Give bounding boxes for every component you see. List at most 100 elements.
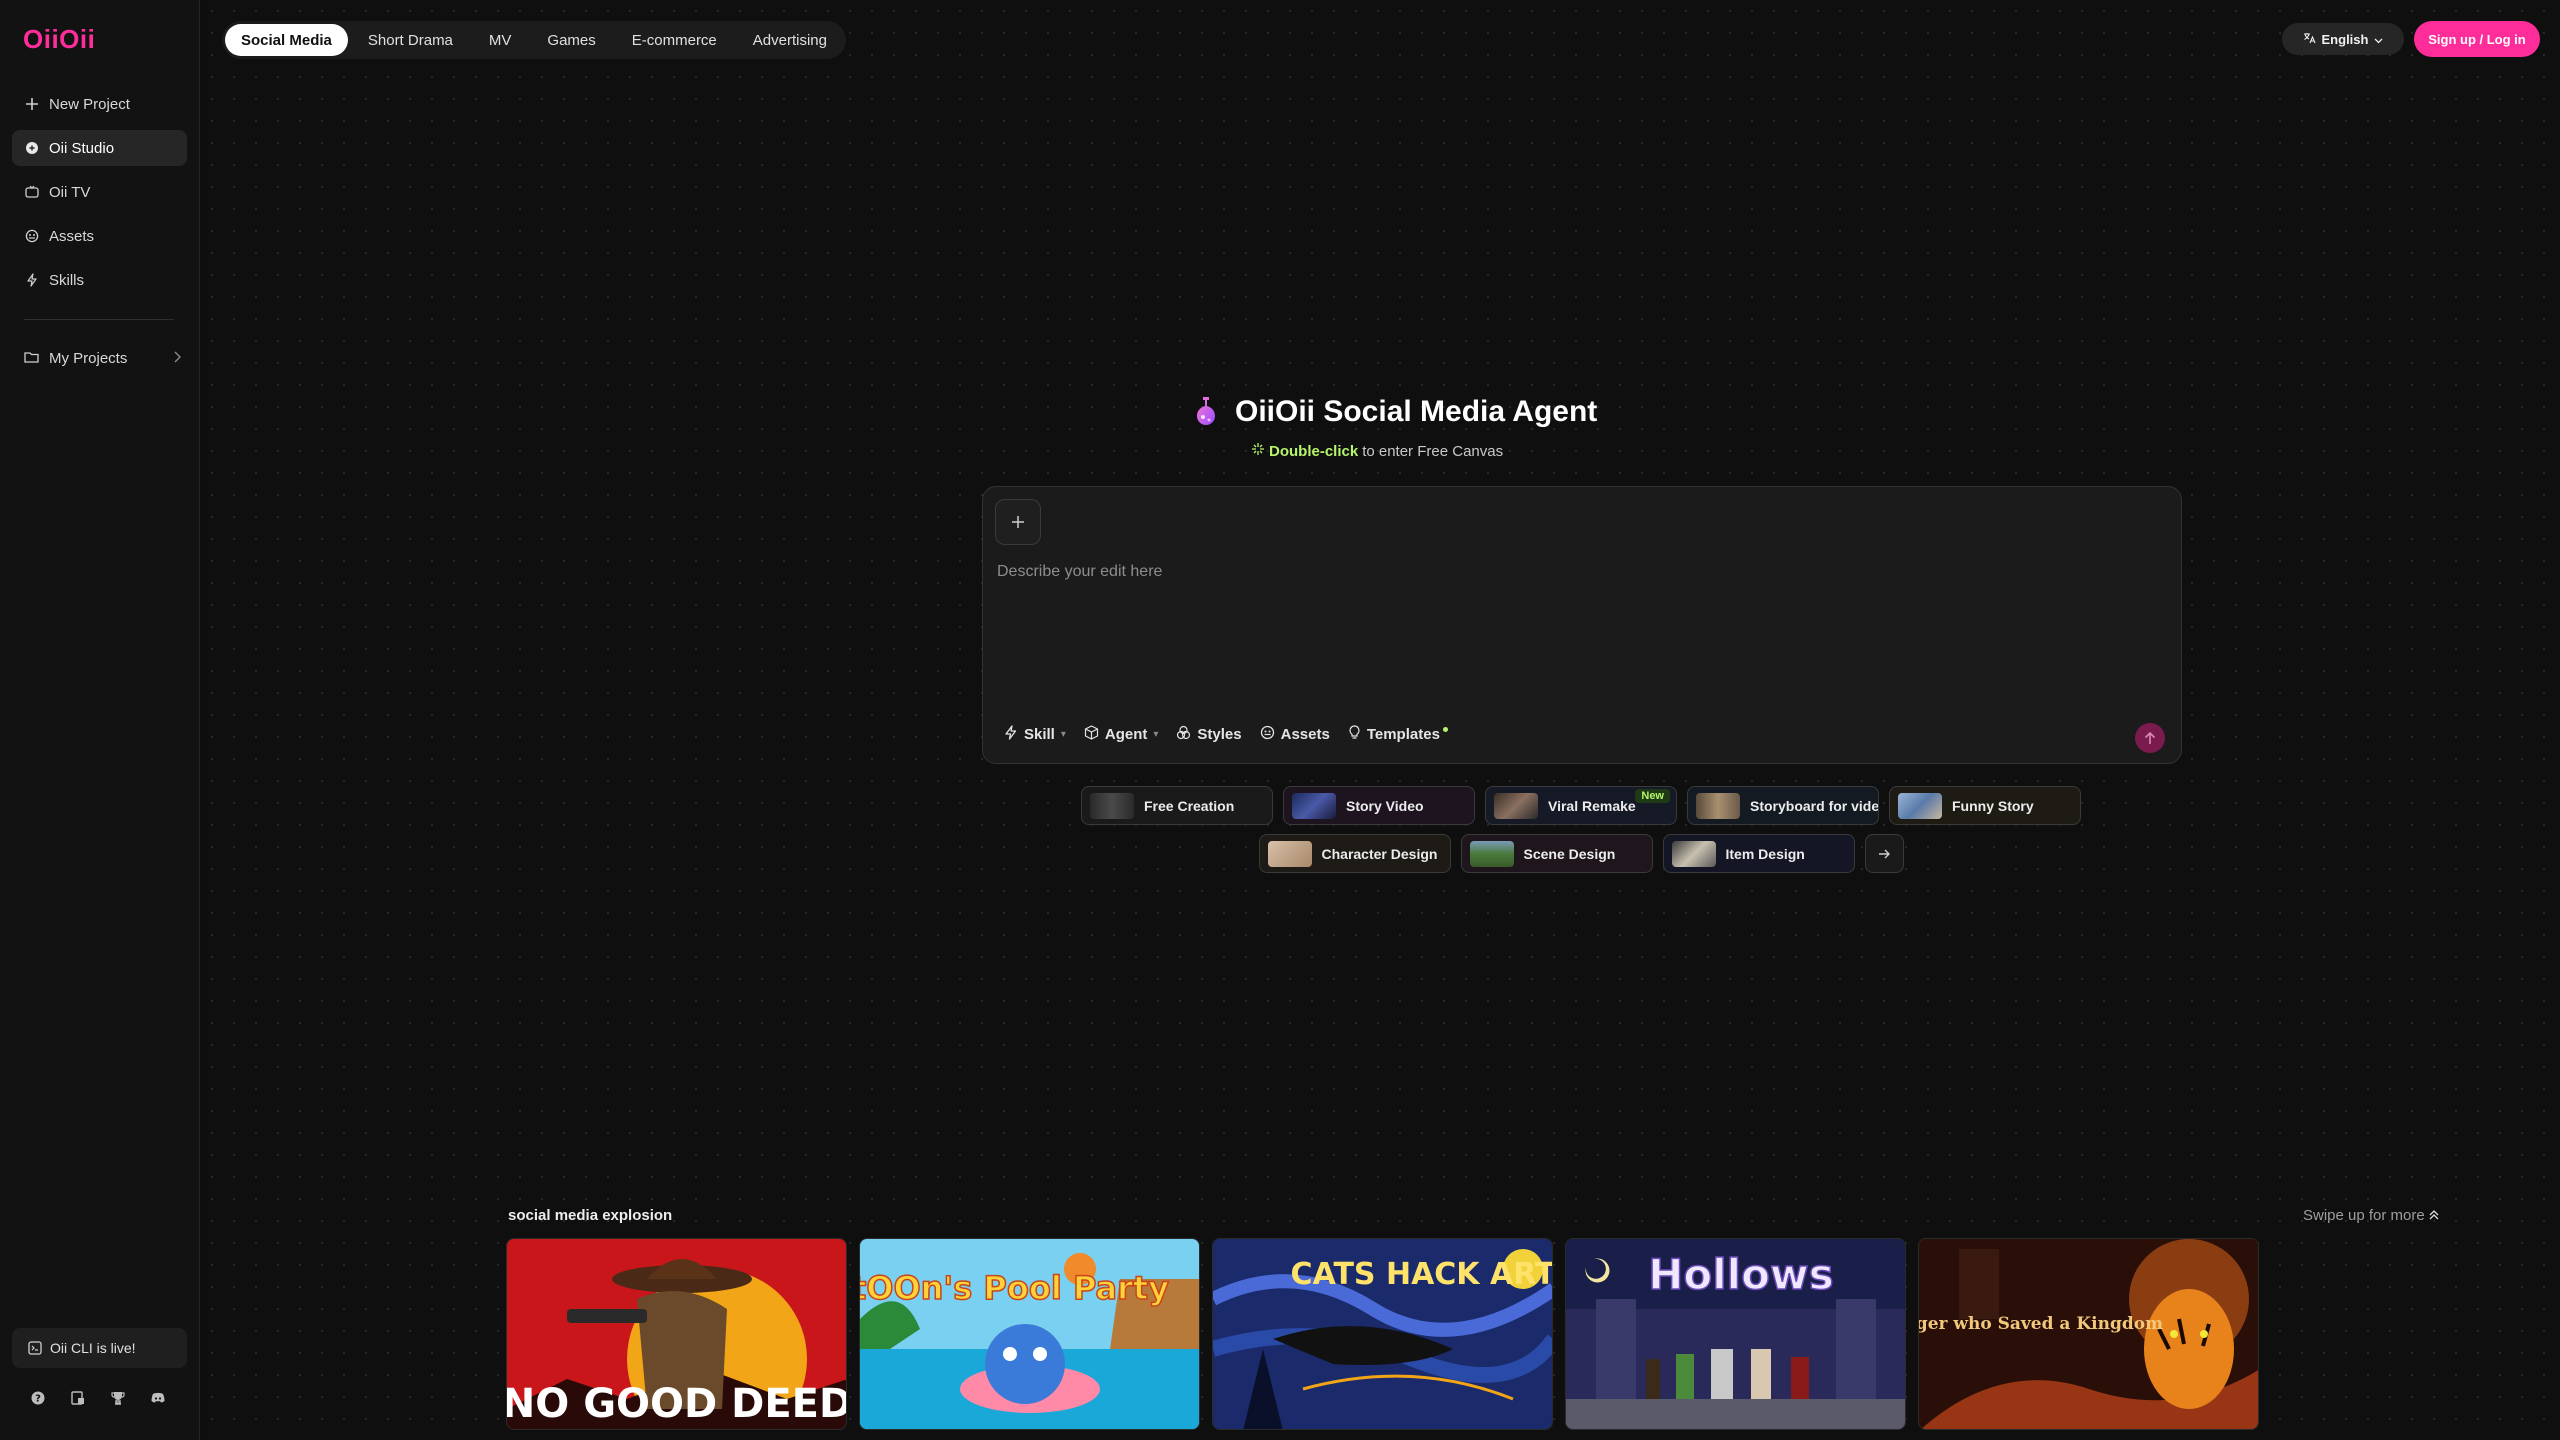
chip-label: Scene Design: [1523, 845, 1616, 862]
card-caption: Hollows: [1648, 1250, 1833, 1299]
sidebar-item-label: Skills: [49, 271, 85, 289]
chip-thumbnail: [1898, 792, 1942, 819]
sidebar-item-my-projects[interactable]: My Projects: [12, 340, 187, 376]
cli-banner-label: Oii CLI is live!: [50, 1340, 136, 1356]
tool-label: Templates: [1366, 726, 1440, 743]
chip-thumbnail: [1292, 792, 1336, 819]
send-button[interactable]: [2135, 723, 2165, 753]
page-title: OiiOii Social Media Agent: [1191, 390, 1791, 434]
tool-label: Agent: [1104, 726, 1148, 743]
brand-logo[interactable]: OiiOii: [23, 24, 95, 55]
tab-e-commerce[interactable]: E-commerce: [616, 24, 733, 56]
tab-advertising[interactable]: Advertising: [737, 24, 843, 56]
tab-mv[interactable]: MV: [473, 24, 528, 56]
plus-icon: [24, 96, 40, 112]
chip-thumbnail: [1469, 840, 1514, 867]
gallery-card-hollows[interactable]: Hollows: [1565, 1238, 1906, 1430]
sidebar-item-skills[interactable]: Skills: [12, 262, 187, 298]
hero-subtitle: Double-click to enter Free Canvas: [1251, 442, 1711, 460]
category-tabs: Social Media Short Drama MV Games E-comm…: [222, 21, 846, 59]
gallery-card-pool-party[interactable]: tOOn's Pool Party: [859, 1238, 1200, 1430]
chip-row-2: Character Design Scene Design Item Desig…: [1081, 834, 2081, 873]
gallery-card-tiger[interactable]: The Tiger who Saved a Kingdom: [1918, 1238, 2259, 1430]
tab-short-drama[interactable]: Short Drama: [352, 24, 469, 56]
sidebar-item-oii-tv[interactable]: Oii TV: [12, 174, 187, 210]
gallery-more-link[interactable]: Swipe up for more: [2303, 1207, 2439, 1224]
cli-banner[interactable]: Oii CLI is live!: [12, 1328, 187, 1368]
chip-item-design[interactable]: Item Design: [1662, 834, 1855, 873]
add-attachment-button[interactable]: [995, 499, 1041, 545]
hero-subtitle-rest: to enter Free Canvas: [1362, 442, 1504, 460]
new-badge: New: [1635, 789, 1670, 803]
gallery-row: NO GOOD DEED tOOn's Pool Party CATS HACK…: [506, 1238, 2259, 1430]
prompt-input[interactable]: [997, 563, 2157, 673]
language-label: English: [2321, 31, 2369, 47]
card-caption: tOOn's Pool Party: [860, 1269, 1169, 1307]
chip-row-1: Free Creation Story Video Viral Remake N…: [1081, 786, 2081, 825]
chip-label: Storyboard for vide: [1750, 797, 1879, 814]
assets-icon: [1260, 725, 1275, 744]
assets-icon: [24, 228, 40, 244]
bulb-icon: [1348, 725, 1361, 744]
skill-dropdown[interactable]: Skill ▾: [1003, 725, 1066, 744]
tool-label: Assets: [1280, 726, 1330, 743]
sidebar-item-label: Assets: [49, 227, 95, 245]
card-artwork: tOOn's Pool Party: [860, 1239, 1199, 1429]
new-indicator-dot: [1442, 727, 1448, 732]
chip-storyboard[interactable]: Storyboard for vide: [1687, 786, 1879, 825]
chip-character-design[interactable]: Character Design: [1258, 834, 1451, 873]
chip-scene-design[interactable]: Scene Design: [1460, 834, 1653, 873]
composer-toolbar: Skill ▾ Agent ▾ Styles Assets Templates: [1003, 725, 1448, 744]
chip-thumbnail: [1696, 792, 1740, 819]
chip-thumbnail: [1090, 792, 1134, 819]
main-canvas[interactable]: Social Media Short Drama MV Games E-comm…: [201, 0, 2560, 1440]
card-artwork: NO GOOD DEED: [507, 1239, 847, 1429]
card-caption: The Tiger who Saved a Kingdom: [1919, 1314, 2163, 1334]
help-icon[interactable]: ?: [30, 1390, 46, 1406]
sidebar-item-assets[interactable]: Assets: [12, 218, 187, 254]
chip-story-video[interactable]: Story Video: [1283, 786, 1475, 825]
trophy-icon[interactable]: [110, 1390, 126, 1406]
tool-label: Skill: [1024, 726, 1055, 743]
hero-subtitle-highlight: Double-click: [1269, 442, 1359, 460]
tab-social-media[interactable]: Social Media: [225, 24, 348, 56]
chip-viral-remake[interactable]: Viral Remake New: [1485, 786, 1677, 825]
sidebar-nav: New Project Oii Studio Oii TV Assets Ski…: [12, 86, 187, 306]
gallery-card-cats-hack-art[interactable]: CATS HACK ART: [1212, 1238, 1553, 1430]
chips-next-button[interactable]: [1864, 834, 1904, 873]
tab-games[interactable]: Games: [531, 24, 611, 56]
svg-text:?: ?: [35, 1394, 41, 1405]
chip-free-creation[interactable]: Free Creation: [1081, 786, 1273, 825]
chip-funny-story[interactable]: Funny Story: [1889, 786, 2081, 825]
card-artwork: Hollows: [1566, 1239, 1905, 1429]
chip-label: Story Video: [1346, 797, 1424, 814]
templates-button[interactable]: Templates: [1348, 725, 1448, 744]
assets-button[interactable]: Assets: [1260, 725, 1330, 744]
discord-icon[interactable]: [150, 1390, 166, 1406]
card-artwork: The Tiger who Saved a Kingdom: [1919, 1239, 2258, 1429]
card-caption: NO GOOD DEED: [507, 1381, 847, 1427]
chip-label: Viral Remake: [1548, 797, 1636, 814]
language-selector[interactable]: English: [2282, 23, 2404, 55]
chip-thumbnail: [1671, 840, 1716, 867]
gallery-more-label: Swipe up for more: [2303, 1207, 2425, 1224]
styles-button[interactable]: Styles: [1176, 725, 1242, 744]
sidebar-item-label: New Project: [49, 95, 130, 113]
sidebar-item-label: Oii TV: [49, 183, 91, 201]
double-chevron-up-icon: [2429, 1207, 2439, 1224]
potion-logo-icon: [1191, 395, 1221, 429]
gallery-title: social media explosion: [508, 1207, 673, 1224]
studio-icon: [24, 140, 40, 156]
docs-icon[interactable]: [70, 1390, 86, 1406]
signup-login-button[interactable]: Sign up / Log in: [2414, 21, 2540, 57]
chip-thumbnail: [1494, 792, 1538, 819]
agent-dropdown[interactable]: Agent ▾: [1084, 725, 1158, 744]
app-root: OiiOii New Project Oii Studio Oii TV Ass…: [0, 0, 2560, 1440]
gallery-card-no-good-deed[interactable]: NO GOOD DEED: [506, 1238, 847, 1430]
cube-icon: [1084, 725, 1099, 744]
folder-icon: [24, 350, 40, 366]
chevron-right-icon: [173, 350, 181, 367]
palette-icon: [1176, 725, 1191, 744]
sidebar-item-new-project[interactable]: New Project: [12, 86, 187, 122]
sidebar-item-oii-studio[interactable]: Oii Studio: [12, 130, 187, 166]
